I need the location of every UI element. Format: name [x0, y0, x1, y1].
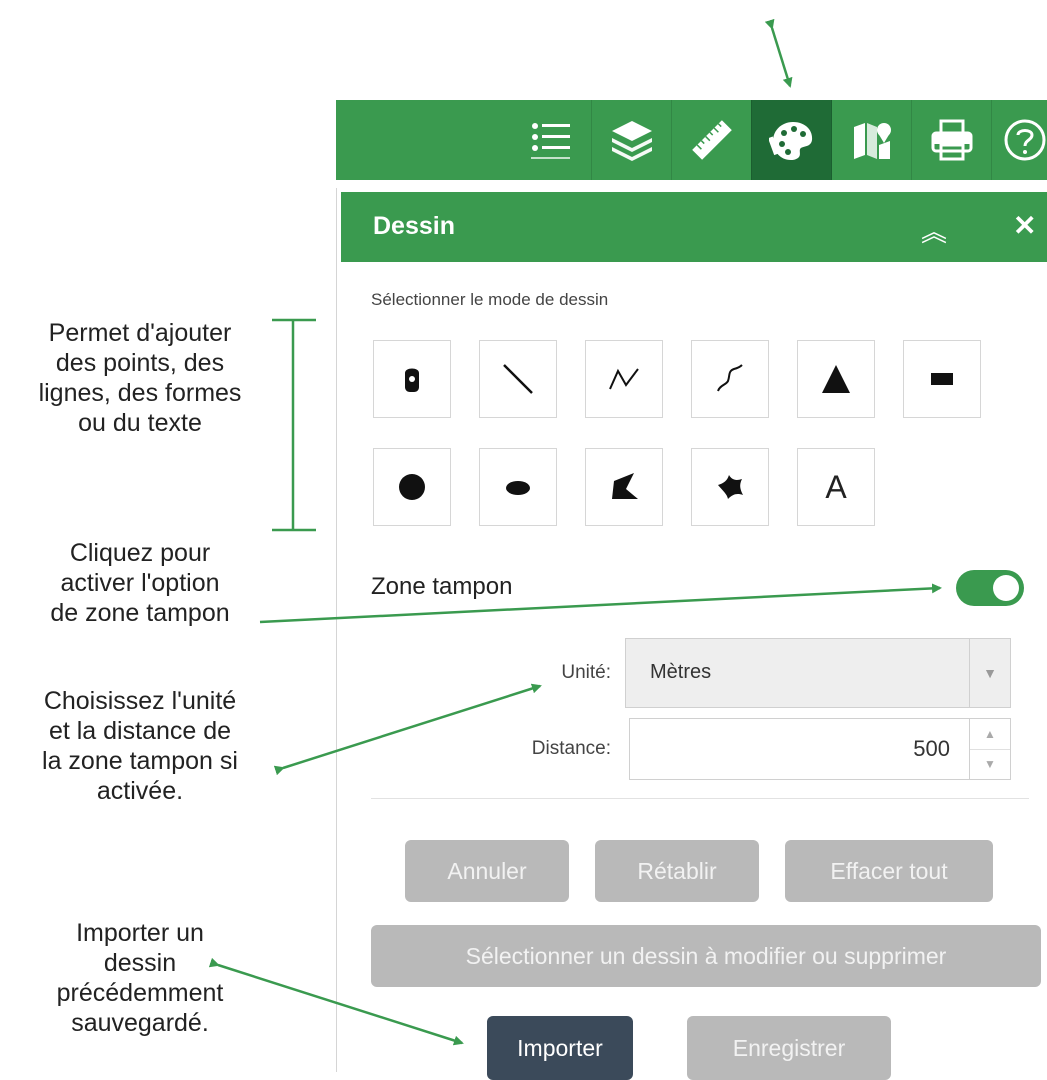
help-icon — [1004, 119, 1046, 161]
unit-label: Unité: — [561, 662, 611, 683]
draw-mode-label: Sélectionner le mode de dessin — [371, 290, 609, 309]
draw-mode-line-button[interactable] — [479, 340, 557, 418]
draw-panel: Dessin ︽ ✕ Sélectionner le mode de dessi… — [336, 188, 1047, 1080]
annotation-buffer-settings: Choisissez l'unité et la distance de la … — [0, 686, 280, 806]
toggle-knob — [993, 575, 1019, 601]
annotation-line: Choisissez l'unité — [43, 687, 237, 715]
draw-mode-triangle-button[interactable] — [797, 340, 875, 418]
undo-button[interactable]: Annuler — [405, 840, 569, 902]
print-button[interactable] — [911, 100, 992, 180]
circle-icon — [399, 474, 425, 500]
draw-mode-point-button[interactable] — [373, 340, 451, 418]
annotation-line: dessin — [103, 949, 177, 977]
close-icon[interactable]: ✕ — [1013, 209, 1036, 242]
print-icon — [931, 119, 973, 161]
import-button[interactable]: Importer — [487, 1016, 633, 1080]
polyline-icon — [609, 368, 639, 390]
distance-label: Distance: — [531, 738, 611, 759]
annotation-line: de zone tampon — [50, 599, 230, 627]
select-drawing-button[interactable]: Sélectionner un dessin à modifier ou sup… — [371, 925, 1041, 987]
draw-mode-freehand-polygon-button[interactable] — [691, 448, 769, 526]
freehand-polygon-icon — [718, 475, 743, 499]
annotation-line: Permet d'ajouter — [48, 319, 232, 347]
save-button[interactable]: Enregistrer — [687, 1016, 891, 1080]
line-icon — [503, 364, 533, 394]
help-button[interactable] — [991, 100, 1047, 180]
widget-toolbar — [336, 100, 1047, 180]
annotation-import: Importer un dessin précédemment sauvegar… — [0, 918, 280, 1038]
bookmarks-button[interactable] — [831, 100, 912, 180]
rectangle-icon — [931, 373, 953, 385]
draw-mode-polyline-button[interactable] — [585, 340, 663, 418]
clear-all-button[interactable]: Effacer tout — [785, 840, 993, 902]
annotation-line: Cliquez pour — [69, 539, 211, 567]
draw-mode-rectangle-button[interactable] — [903, 340, 981, 418]
annotation-line: précédemment — [56, 979, 224, 1007]
annotation-line: activer l'option — [60, 569, 220, 597]
redo-button[interactable]: Rétablir — [595, 840, 759, 902]
unit-select-value: Mètres — [650, 661, 712, 683]
measure-button[interactable] — [671, 100, 752, 180]
distance-value: 500 — [913, 736, 950, 761]
spin-up-icon[interactable]: ▲ — [970, 719, 1010, 750]
legend-list-icon — [531, 123, 570, 159]
panel-title: Dessin — [373, 212, 455, 240]
buffer-label: Zone tampon — [371, 573, 513, 600]
layers-icon — [612, 121, 652, 161]
text-mode-glyph: A — [825, 468, 847, 505]
divider — [371, 798, 1029, 799]
point-marker-icon — [405, 368, 419, 392]
buffer-toggle[interactable] — [956, 570, 1024, 606]
draw-mode-ellipse-button[interactable] — [479, 448, 557, 526]
legend-button[interactable] — [511, 100, 591, 180]
annotation-line: des points, des — [55, 349, 225, 377]
annotation-line: lignes, des formes — [38, 379, 242, 407]
annotation-line: Importer un — [76, 919, 204, 947]
distance-input[interactable]: 500 ▲ ▼ — [629, 718, 1011, 780]
draw-mode-circle-button[interactable] — [373, 448, 451, 526]
annotation-draw-modes: Permet d'ajouter des points, des lignes,… — [0, 318, 280, 438]
freehand-polyline-icon — [717, 364, 743, 392]
annotation-line: et la distance de — [48, 717, 232, 745]
measure-ruler-icon — [692, 120, 732, 160]
ellipse-icon — [506, 481, 530, 495]
layers-button[interactable] — [591, 100, 672, 180]
panel-header: Dessin ︽ ✕ — [341, 192, 1047, 262]
annotation-line: la zone tampon si — [42, 747, 238, 775]
annotation-line: sauvegardé. — [71, 1009, 209, 1037]
draw-palette-icon — [769, 122, 813, 160]
draw-mode-text-button[interactable]: A — [797, 448, 875, 526]
annotation-buffer-toggle: Cliquez pour activer l'option de zone ta… — [0, 538, 280, 628]
chevron-down-icon[interactable]: ▼ — [969, 639, 1010, 707]
draw-mode-freehand-polyline-button[interactable] — [691, 340, 769, 418]
distance-spinner: ▲ ▼ — [969, 719, 1010, 779]
annotation-line: activée. — [96, 777, 184, 805]
collapse-icon[interactable]: ︽ — [921, 212, 947, 249]
polygon-icon — [612, 473, 638, 499]
spin-down-icon[interactable]: ▼ — [970, 749, 1010, 779]
annotation-line: ou du texte — [78, 409, 202, 437]
bookmarks-icon — [854, 123, 891, 159]
annotation-arrow-top — [764, 18, 793, 88]
triangle-icon — [822, 365, 850, 393]
unit-select[interactable]: Mètres ▼ — [625, 638, 1011, 708]
draw-button[interactable] — [751, 100, 832, 180]
draw-mode-polygon-button[interactable] — [585, 448, 663, 526]
